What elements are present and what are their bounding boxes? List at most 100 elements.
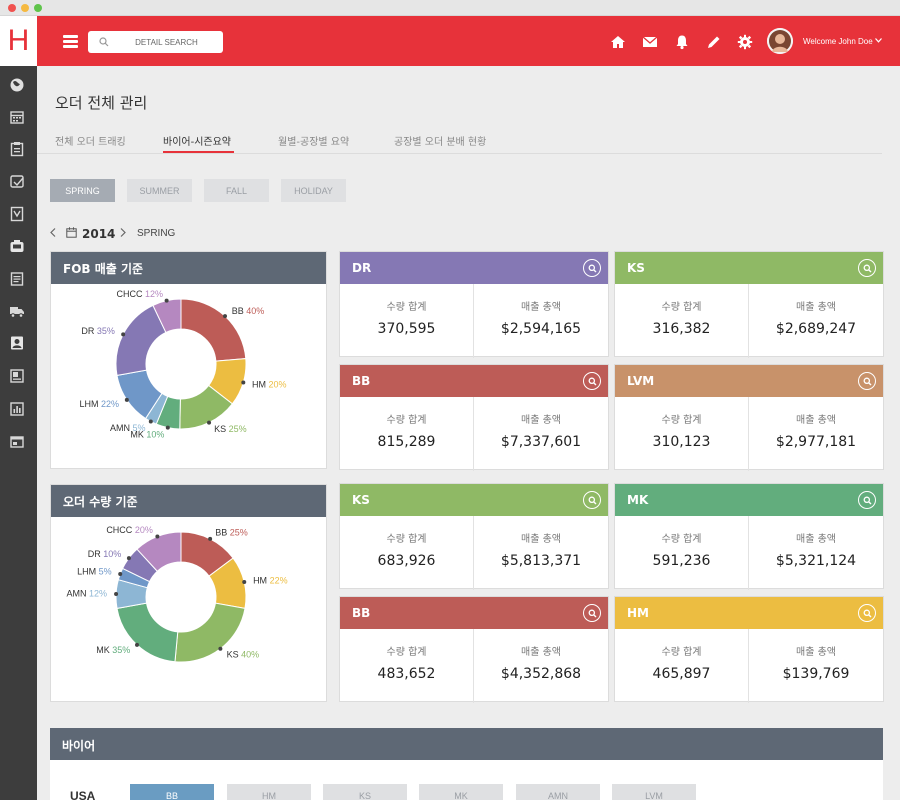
sidebar-item-checklist[interactable] xyxy=(8,205,26,223)
bar-chart-icon xyxy=(10,402,24,416)
amount-column: 매출 총액 $139,769 xyxy=(749,629,883,703)
slice-marker-dot xyxy=(135,642,140,647)
document-icon xyxy=(10,272,24,286)
buyer-tab-bb[interactable]: BB xyxy=(130,784,214,800)
amount-column: 매출 총액 $5,321,124 xyxy=(749,516,883,590)
bell-icon[interactable] xyxy=(674,34,690,50)
fob-panel-title: FOB 매출 기준 xyxy=(51,252,326,284)
zoom-icon[interactable] xyxy=(583,259,601,277)
slice-marker-dot xyxy=(164,298,169,303)
qty-value: 310,123 xyxy=(652,434,711,450)
card-buyer-name: MK xyxy=(627,493,649,507)
sidebar-item-truck[interactable] xyxy=(8,302,26,320)
sidebar-item-user-card[interactable] xyxy=(8,334,26,352)
amount-value: $2,689,247 xyxy=(775,321,857,337)
buyer-tab-lvm[interactable]: LVM xyxy=(612,784,696,800)
slice-label-hm: HM 22% xyxy=(253,575,288,585)
sidebar-item-image[interactable] xyxy=(8,367,26,385)
amount-label: 매출 총액 xyxy=(796,647,836,658)
zoom-icon[interactable] xyxy=(583,372,601,390)
buyer-card-dr: DR 수량 합계 370,595 매출 총액 $2,594,165 xyxy=(339,251,609,358)
zoom-icon[interactable] xyxy=(858,259,876,277)
season-button-fall[interactable]: FALL xyxy=(204,179,269,202)
slice-label-hm: HM 20% xyxy=(252,379,287,389)
tab-order-tracking[interactable]: 전체 오더 트래킹 xyxy=(55,133,126,148)
slice-label-ks: KS 25% xyxy=(214,424,247,434)
amount-value: $2,977,181 xyxy=(775,434,857,450)
chevron-right-icon[interactable] xyxy=(120,228,126,237)
detail-search-box[interactable] xyxy=(88,31,223,53)
user-card-icon xyxy=(11,336,23,350)
welcome-text[interactable]: Welcome John Doe xyxy=(803,37,873,46)
qty-column: 수량 합계 310,123 xyxy=(615,397,749,471)
season-button-spring[interactable]: SPRING xyxy=(50,179,115,202)
buyer-tab-hm[interactable]: HM xyxy=(227,784,311,800)
sidebar-item-globe[interactable] xyxy=(8,76,26,94)
qty-column: 수량 합계 370,595 xyxy=(340,284,474,358)
slice-label-dr: DR 10% xyxy=(88,549,122,559)
slice-marker-dot xyxy=(148,419,153,424)
amount-column: 매출 총액 $5,813,371 xyxy=(474,516,608,590)
menu-icon[interactable] xyxy=(63,35,78,48)
active-tab-indicator xyxy=(163,151,234,153)
slice-label-amn: AMN 12% xyxy=(67,589,108,599)
zoom-icon[interactable] xyxy=(858,372,876,390)
app-logo[interactable]: H xyxy=(0,16,37,66)
calendar-icon xyxy=(66,227,77,238)
chevron-left-icon[interactable] xyxy=(50,228,56,237)
minimize-window-dot[interactable] xyxy=(21,4,29,12)
page-title: 오더 전체 관리 xyxy=(55,94,148,112)
card-header: BB xyxy=(340,597,608,629)
sidebar xyxy=(0,66,37,800)
slice-label-dr: DR 35% xyxy=(81,326,115,336)
fob-donut-chart: BB 40%HM 20%KS 25%MK 10%AMN 5%LHM 22%DR … xyxy=(79,289,287,440)
season-button-holiday[interactable]: HOLIDAY xyxy=(281,179,346,202)
home-icon[interactable] xyxy=(610,34,626,50)
buyer-tab-mk[interactable]: MK xyxy=(419,784,503,800)
card-header: KS xyxy=(615,252,883,284)
slice-label-lhm: LHM 5% xyxy=(77,566,112,576)
card-header: MK xyxy=(615,484,883,516)
season-button-summer[interactable]: SUMMER xyxy=(127,179,192,202)
qty-value: 483,652 xyxy=(377,666,436,682)
tab-buyer-season-summary[interactable]: 바이어-시즌요약 xyxy=(163,133,231,148)
card-header: KS xyxy=(340,484,608,516)
tab-factory-distribution[interactable]: 공장별 오더 분배 현황 xyxy=(394,133,486,148)
sidebar-item-folder[interactable] xyxy=(8,172,26,190)
pencil-icon[interactable] xyxy=(706,34,722,50)
buyer-card-bb: BB 수량 합계 815,289 매출 총액 $7,337,601 xyxy=(339,364,609,471)
qty-label: 수량 합계 xyxy=(386,647,427,658)
sidebar-item-factory[interactable] xyxy=(8,237,26,255)
amount-label: 매출 총액 xyxy=(796,534,836,545)
gear-icon[interactable] xyxy=(737,34,753,50)
sidebar-item-bar-chart[interactable] xyxy=(8,400,26,418)
search-icon xyxy=(99,37,109,47)
card-buyer-name: LVM xyxy=(627,374,655,388)
zoom-icon[interactable] xyxy=(858,604,876,622)
zoom-icon[interactable] xyxy=(583,491,601,509)
sidebar-item-clipboard[interactable] xyxy=(8,140,26,158)
detail-search-input[interactable] xyxy=(114,33,219,51)
user-avatar[interactable] xyxy=(767,28,793,54)
amount-value: $5,813,371 xyxy=(500,553,582,569)
tab-monthly-factory-summary[interactable]: 월별-공장별 요약 xyxy=(278,133,349,148)
close-window-dot[interactable] xyxy=(8,4,16,12)
clipboard-icon xyxy=(10,142,24,157)
buyer-tab-ks[interactable]: KS xyxy=(323,784,407,800)
sidebar-item-calendar[interactable] xyxy=(8,108,26,126)
chevron-down-icon[interactable] xyxy=(875,38,882,43)
card-buyer-name: KS xyxy=(627,261,645,275)
slice-marker-dot xyxy=(126,556,131,561)
sidebar-item-document[interactable] xyxy=(8,270,26,288)
slice-label-mk: MK 35% xyxy=(96,645,130,655)
buyer-card-lvm: LVM 수량 합계 310,123 매출 총액 $2,977,181 xyxy=(614,364,884,471)
zoom-icon[interactable] xyxy=(583,604,601,622)
mail-icon[interactable] xyxy=(642,34,658,50)
zoom-icon[interactable] xyxy=(858,491,876,509)
buyer-card-ks: KS 수량 합계 316,382 매출 총액 $2,689,247 xyxy=(614,251,884,358)
buyer-tab-amn[interactable]: AMN xyxy=(516,784,600,800)
maximize-window-dot[interactable] xyxy=(34,4,42,12)
amount-column: 매출 총액 $4,352,868 xyxy=(474,629,608,703)
slice-marker-dot xyxy=(124,397,129,402)
sidebar-item-window[interactable] xyxy=(8,433,26,451)
